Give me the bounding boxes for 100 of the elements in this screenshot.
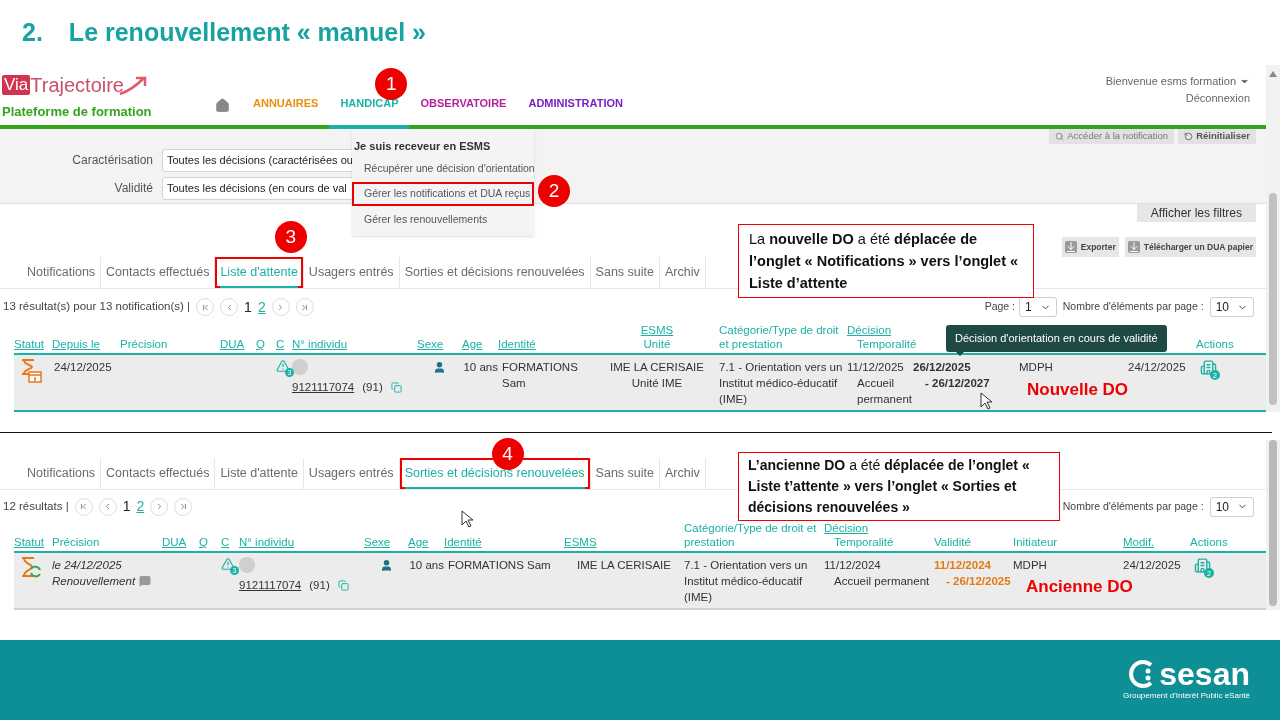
nav-link[interactable]: OBSERVATOIRE bbox=[409, 65, 518, 129]
column-header[interactable]: Q bbox=[256, 337, 276, 351]
next-page-button[interactable] bbox=[271, 298, 290, 317]
last-page-button[interactable] bbox=[295, 298, 314, 317]
table-cell-text: 11/12/2024 bbox=[824, 558, 882, 573]
first-icon bbox=[200, 302, 210, 312]
select-field[interactable]: 10 bbox=[1209, 496, 1254, 517]
tab[interactable]: Sans suite bbox=[590, 257, 659, 289]
slide-title: Le renouvellement « manuel » bbox=[68, 16, 426, 48]
tab[interactable]: Usagers entrés bbox=[303, 257, 399, 289]
column-header[interactable]: DUA bbox=[220, 337, 256, 351]
page-link[interactable]: 1 bbox=[122, 496, 131, 517]
last-page-button[interactable] bbox=[174, 497, 193, 516]
first-page-button[interactable] bbox=[74, 497, 93, 516]
table-cell: FORMATIONS Sam bbox=[502, 361, 578, 389]
column-header[interactable]: Statut bbox=[14, 337, 52, 351]
column-header: Précision bbox=[120, 337, 169, 351]
column-header[interactable]: Décision bbox=[824, 521, 934, 535]
column-header: Initiateur bbox=[1013, 535, 1059, 549]
individual-number-link[interactable]: 9121117074 bbox=[292, 379, 355, 395]
tab[interactable]: Sorties et décisions renouvelées bbox=[399, 257, 590, 289]
column-header[interactable]: Sexe bbox=[364, 535, 408, 549]
reset-icon bbox=[1184, 131, 1194, 141]
select-field[interactable]: 1 bbox=[1019, 297, 1057, 318]
logout-link[interactable]: Déconnexion bbox=[1185, 89, 1250, 106]
table-cell-text: le 24/12/2025 bbox=[52, 558, 123, 573]
column-header[interactable]: ESMS bbox=[640, 323, 674, 337]
export-button[interactable]: Exporter bbox=[1061, 237, 1119, 258]
tab[interactable]: Notifications bbox=[22, 257, 101, 289]
nav-link[interactable]: ANNUAIRES bbox=[242, 65, 330, 129]
column-header[interactable]: Modif. bbox=[1123, 535, 1190, 549]
logo[interactable]: ViaTrajectoire bbox=[2, 74, 215, 96]
table-cell-text: 11/12/2024 bbox=[934, 558, 992, 573]
person-icon bbox=[433, 361, 446, 374]
menu-item[interactable]: Gérer les notifications et DUA reçus bbox=[352, 182, 534, 206]
table-cell-text: Unité IME bbox=[631, 376, 683, 391]
column-header: Actions bbox=[1190, 535, 1229, 549]
tab[interactable]: Contacts effectués bbox=[101, 257, 215, 289]
page-link[interactable]: 1 bbox=[244, 296, 252, 318]
last-icon bbox=[300, 302, 310, 312]
scrollbar[interactable] bbox=[1266, 440, 1280, 610]
column-header[interactable]: C bbox=[276, 337, 292, 351]
table-cell-text: Accueil permanent bbox=[856, 376, 913, 407]
individual-number-link[interactable]: 9121117074 bbox=[239, 577, 302, 593]
tab[interactable]: Sans suite bbox=[590, 458, 659, 489]
table-row[interactable] bbox=[14, 355, 1266, 412]
nav-link[interactable]: ADMINISTRATION bbox=[517, 65, 634, 129]
column-header[interactable]: Depuis le bbox=[52, 337, 120, 351]
tab[interactable]: Archiv bbox=[659, 458, 705, 489]
column-header[interactable]: Décision bbox=[847, 323, 913, 337]
page-link[interactable]: 2 bbox=[136, 496, 145, 517]
download-icon bbox=[1064, 241, 1077, 254]
next-page-button[interactable] bbox=[150, 497, 169, 516]
table-cell-text: - 26/12/2025 bbox=[945, 574, 1012, 589]
tab[interactable]: Notifications bbox=[22, 458, 101, 489]
download-button[interactable]: Télécharger un DUA papier bbox=[1124, 237, 1256, 258]
column-header[interactable]: Q bbox=[199, 535, 221, 549]
page-link[interactable]: 2 bbox=[257, 296, 266, 318]
per-page-label: Nombre d'éléments par page : bbox=[1062, 299, 1204, 315]
filter-label: Caractérisation bbox=[71, 152, 153, 170]
first-page-button[interactable] bbox=[196, 298, 215, 317]
tab[interactable]: Usagers entrés bbox=[303, 458, 399, 489]
column-header[interactable]: Age bbox=[462, 337, 498, 351]
step-badge: 1 bbox=[375, 68, 408, 100]
scroll-up-icon[interactable] bbox=[1269, 71, 1277, 77]
step-badge: 4 bbox=[491, 438, 524, 470]
tab[interactable]: Contacts effectués bbox=[101, 458, 215, 489]
column-header[interactable]: N° individu bbox=[239, 535, 364, 549]
step-badge: 3 bbox=[274, 221, 307, 254]
annotation-label: Ancienne DO bbox=[1026, 576, 1133, 598]
show-filters-button[interactable]: Afficher les filtres bbox=[1136, 204, 1256, 223]
tab[interactable]: Liste d'attente bbox=[215, 458, 303, 489]
column-header[interactable]: C bbox=[221, 535, 239, 549]
column-header[interactable]: Identité bbox=[444, 535, 564, 549]
menu-item[interactable]: Gérer les renouvellements bbox=[352, 208, 534, 232]
copy-icon[interactable] bbox=[337, 579, 349, 591]
column-header[interactable]: Statut bbox=[14, 535, 52, 549]
column-header: Temporalité bbox=[833, 535, 895, 549]
column-header[interactable]: Age bbox=[408, 535, 444, 549]
table-cell-text: IME LA CERISAIE bbox=[577, 558, 671, 573]
welcome-text: Bienvenue esms formation bbox=[1105, 74, 1236, 89]
cursor-icon bbox=[461, 510, 473, 528]
table-cell-text: 11/12/2025 bbox=[847, 360, 905, 375]
tab[interactable]: Liste d'attente bbox=[215, 257, 303, 289]
previous-page-button[interactable] bbox=[220, 298, 239, 317]
comment-icon[interactable] bbox=[139, 575, 152, 587]
table-row[interactable] bbox=[14, 553, 1266, 610]
table-cell-text: IME LA CERISAIE bbox=[610, 360, 704, 375]
hourglass-arrows-icon bbox=[20, 557, 42, 579]
copy-icon[interactable] bbox=[390, 381, 402, 393]
column-header[interactable]: ESMS bbox=[564, 535, 684, 549]
scrollbar[interactable] bbox=[1266, 65, 1280, 412]
column-header[interactable]: DUA bbox=[162, 535, 199, 549]
home-icon[interactable] bbox=[215, 97, 230, 113]
column-header[interactable]: N° individu bbox=[292, 337, 417, 351]
previous-page-button[interactable] bbox=[98, 497, 117, 516]
tab[interactable]: Archiv bbox=[659, 257, 705, 289]
column-header[interactable]: Identité bbox=[498, 337, 595, 351]
column-header[interactable]: Sexe bbox=[417, 337, 462, 351]
select-field[interactable]: 10 bbox=[1209, 297, 1254, 318]
